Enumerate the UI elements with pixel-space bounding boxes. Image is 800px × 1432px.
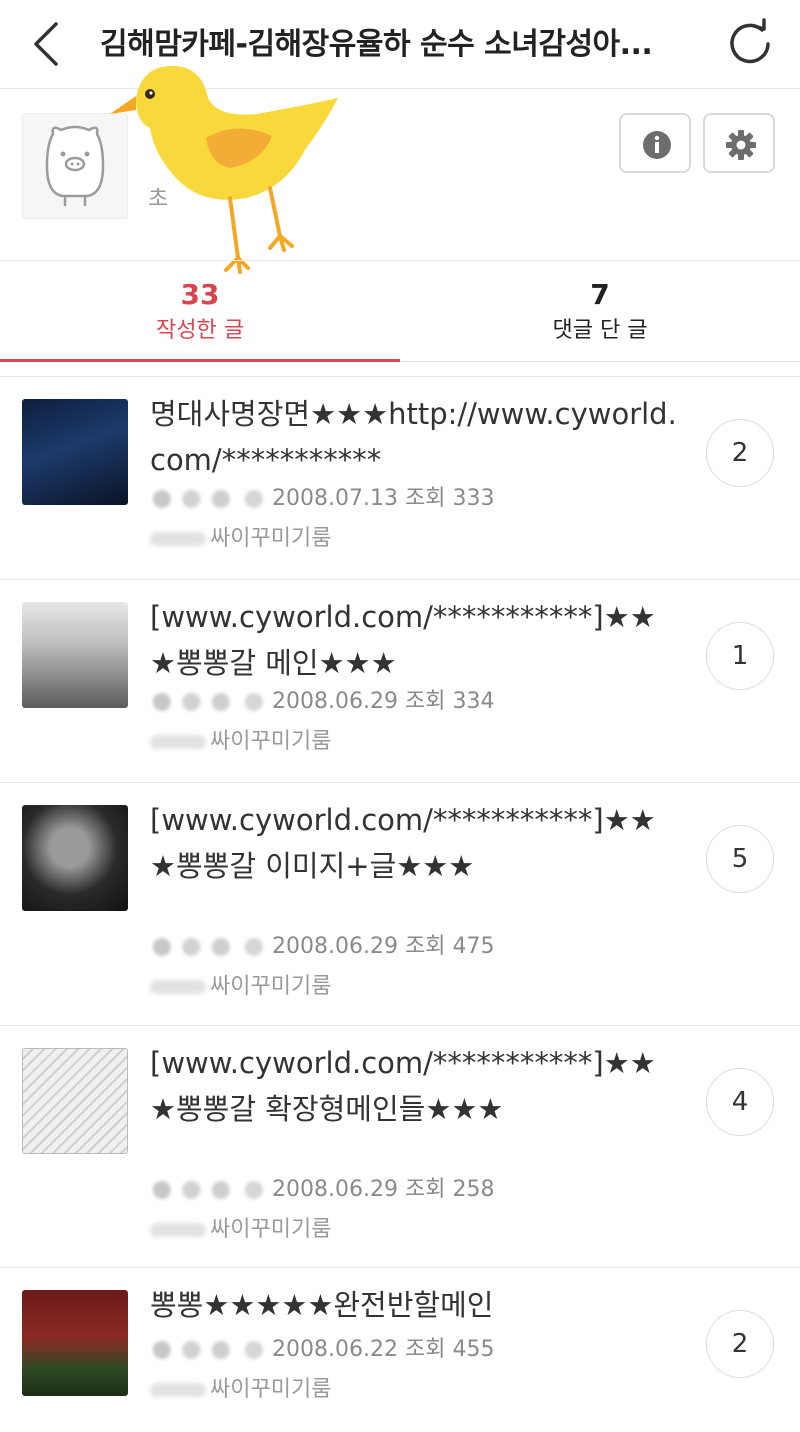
author-blur	[150, 692, 268, 712]
post-thumbnail	[22, 602, 128, 708]
club-name: 싸이꾸미기룸	[150, 1216, 331, 1244]
refresh-button[interactable]	[724, 18, 776, 70]
settings-button[interactable]	[703, 113, 775, 173]
comment-count-badge: 4	[706, 1068, 774, 1136]
list-item[interactable]: [www.cyworld.com/***********]★★★뽕뽕갈 이미지+…	[0, 782, 800, 1025]
chevron-left-icon	[34, 22, 58, 66]
tab-bar: 33 작성한 글 7 댓글 단 글	[0, 260, 800, 362]
tab-label: 작성한 글	[156, 318, 244, 343]
club-name: 싸이꾸미기룸	[150, 525, 331, 553]
club-name: 싸이꾸미기룸	[150, 1376, 331, 1404]
post-meta: 2008.06.22 조회 455	[150, 1336, 494, 1364]
back-button[interactable]	[26, 20, 72, 68]
post-title: [www.cyworld.com/***********]★★★뽕뽕갈 확장형메…	[150, 1046, 656, 1126]
post-title: 명대사명장면★★★http://www.cyworld.com/********…	[150, 397, 677, 477]
comment-count-badge: 2	[706, 1310, 774, 1378]
post-meta: 2008.07.13 조회 333	[150, 485, 494, 513]
info-button[interactable]	[619, 113, 691, 173]
post-thumbnail	[22, 1290, 128, 1396]
author-blur	[150, 937, 268, 957]
tab-label: 댓글 단 글	[552, 318, 648, 343]
post-thumbnail	[22, 1048, 128, 1154]
post-meta: 2008.06.29 조회 258	[150, 1176, 494, 1204]
chick-sticker	[110, 65, 338, 274]
info-icon	[643, 131, 671, 159]
gear-icon	[726, 130, 756, 160]
post-title: [www.cyworld.com/***********]★★★뽕뽕갈 이미지+…	[150, 803, 656, 883]
refresh-icon	[730, 18, 770, 64]
post-thumbnail	[22, 805, 128, 911]
comment-count-badge: 2	[706, 419, 774, 487]
post-title: [www.cyworld.com/***********]★★★뽕뽕갈 메인★★…	[150, 600, 656, 680]
post-meta: 2008.06.29 조회 475	[150, 933, 494, 961]
list-item[interactable]: 명대사명장면★★★http://www.cyworld.com/********…	[0, 376, 800, 579]
author-blur	[150, 489, 268, 509]
list-item[interactable]: [www.cyworld.com/***********]★★★뽕뽕갈 확장형메…	[0, 1025, 800, 1267]
tab-count: 7	[590, 278, 610, 311]
author-blur	[150, 1340, 268, 1360]
post-meta: 2008.06.29 조회 334	[150, 688, 494, 716]
list-item[interactable]: [www.cyworld.com/***********]★★★뽕뽕갈 메인★★…	[0, 579, 800, 782]
comment-count-badge: 5	[706, 825, 774, 893]
club-name: 싸이꾸미기룸	[150, 973, 331, 1001]
club-name: 싸이꾸미기룸	[150, 728, 331, 756]
comment-count-badge: 1	[706, 622, 774, 690]
author-blur	[150, 1180, 268, 1200]
tab-written-posts[interactable]: 33 작성한 글	[0, 261, 400, 362]
tab-count: 33	[180, 278, 220, 311]
post-thumbnail	[22, 399, 128, 505]
post-title: 뽕뽕★★★★★완전반할메인	[150, 1288, 494, 1322]
tab-commented-posts[interactable]: 7 댓글 단 글	[400, 261, 800, 361]
list-item[interactable]: 뽕뽕★★★★★완전반할메인 2008.06.22 조회 455 싸이꾸미기룸 2	[0, 1267, 800, 1432]
